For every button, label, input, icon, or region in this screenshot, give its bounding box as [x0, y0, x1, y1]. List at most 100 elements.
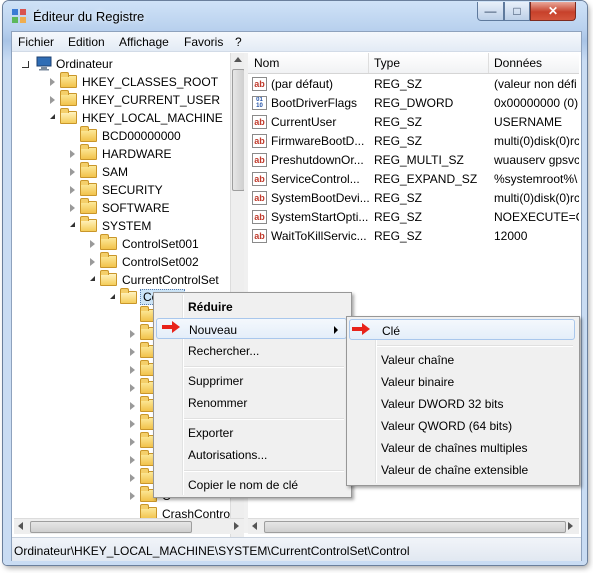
value-row[interactable]: ab WaitToKillServic... REG_SZ 12000 — [248, 227, 579, 246]
menu-affichage[interactable]: Affichage — [119, 35, 169, 49]
value-row[interactable]: ab SystemStartOpti... REG_SZ NOEXECUTE=C — [248, 208, 579, 227]
expand-arrow-icon[interactable] — [70, 168, 75, 176]
expand-arrow-icon[interactable] — [130, 384, 135, 392]
expand-arrow-icon[interactable] — [50, 78, 55, 86]
collapse-arrow-icon[interactable] — [70, 222, 75, 227]
menu-favoris[interactable]: Favoris — [184, 35, 223, 49]
expand-arrow-icon[interactable] — [70, 150, 75, 158]
tree-hscroll-thumb[interactable] — [30, 521, 192, 533]
expand-arrow-icon[interactable] — [130, 474, 135, 482]
column-header-name[interactable]: Nom — [254, 56, 279, 70]
scroll-right-arrow-icon[interactable] — [234, 522, 239, 530]
menu-item-rechercher[interactable]: Rechercher... — [156, 340, 347, 361]
value-row[interactable]: ab PreshutdownOr... REG_MULTI_SZ wuauserv g… — [248, 151, 579, 170]
menu-separator — [377, 345, 573, 347]
expand-arrow-icon[interactable] — [22, 61, 29, 68]
expand-arrow-icon[interactable] — [70, 186, 75, 194]
folder-icon — [100, 252, 117, 268]
string-value-icon: ab — [252, 153, 267, 167]
menu-help[interactable]: ? — [235, 35, 242, 49]
submenu-item-valeur-binaire[interactable]: Valeur binaire — [349, 371, 575, 392]
menu-item-reduire[interactable]: Réduire — [156, 296, 347, 317]
value-type: REG_SZ — [374, 77, 423, 91]
status-bar: Ordinateur\HKEY_LOCAL_MACHINE\SYSTEM\Cur… — [12, 537, 581, 561]
collapse-arrow-icon[interactable] — [110, 294, 115, 299]
submenu-item-multi-string[interactable]: Valeur de chaînes multiples — [349, 437, 575, 458]
value-type: REG_SZ — [374, 191, 423, 205]
menu-item-autorisations[interactable]: Autorisations... — [156, 444, 347, 465]
menu-item-exporter[interactable]: Exporter — [156, 422, 347, 443]
string-value-icon: ab — [252, 210, 267, 224]
menu-item-label: Clé — [382, 324, 401, 338]
menu-bar: Fichier Edition Affichage Favoris ? — [12, 32, 581, 52]
value-row[interactable]: ab SystemBootDevi... REG_SZ multi(0)disk(0)… — [248, 189, 579, 208]
menu-item-label: Exporter — [188, 426, 234, 440]
column-divider[interactable] — [368, 53, 369, 73]
folder-open-icon — [100, 270, 117, 286]
value-data: 0x00000000 (0) — [494, 96, 579, 110]
menu-item-nouveau[interactable]: Nouveau — [156, 318, 347, 339]
scroll-right-arrow-icon[interactable] — [568, 522, 573, 530]
expand-arrow-icon[interactable] — [130, 438, 135, 446]
scroll-up-arrow-icon[interactable] — [234, 57, 242, 62]
string-value-icon: ab — [252, 134, 267, 148]
tree-label: ControlSet001 — [122, 237, 199, 251]
submenu-item-expandable-string[interactable]: Valeur de chaîne extensible — [349, 459, 575, 480]
menu-item-copier-nom[interactable]: Copier le nom de clé — [156, 474, 347, 495]
value-name: CurrentUser — [271, 115, 337, 129]
submenu-item-qword[interactable]: Valeur QWORD (64 bits) — [349, 415, 575, 436]
maximize-button[interactable]: □ — [504, 2, 530, 21]
tree-scroll-thumb[interactable] — [232, 69, 244, 191]
value-name: PreshutdownOr... — [271, 153, 364, 167]
value-name: SystemBootDevi... — [271, 191, 370, 205]
column-header-data[interactable]: Données — [494, 56, 542, 70]
menu-fichier[interactable]: Fichier — [18, 35, 54, 49]
collapse-arrow-icon[interactable] — [50, 114, 55, 119]
value-name: ServiceControl... — [271, 172, 360, 186]
list-hscroll-thumb[interactable] — [264, 521, 566, 533]
scroll-left-arrow-icon[interactable] — [18, 522, 23, 530]
value-row[interactable]: ab CurrentUser REG_SZ USERNAME — [248, 113, 579, 132]
value-row[interactable]: ab ServiceControl... REG_EXPAND_SZ %systemr… — [248, 170, 579, 189]
expand-arrow-icon[interactable] — [50, 96, 55, 104]
expand-arrow-icon[interactable] — [90, 240, 95, 248]
tree-label: ControlSet002 — [122, 255, 199, 269]
column-divider[interactable] — [488, 53, 489, 73]
expand-arrow-icon[interactable] — [130, 402, 135, 410]
expand-arrow-icon[interactable] — [130, 420, 135, 428]
expand-arrow-icon[interactable] — [130, 348, 135, 356]
expand-arrow-icon[interactable] — [130, 492, 135, 500]
collapse-arrow-icon[interactable] — [90, 276, 95, 281]
menu-item-renommer[interactable]: Renommer — [156, 392, 347, 413]
menu-item-supprimer[interactable]: Supprimer — [156, 370, 347, 391]
submenu-item-cle[interactable]: Clé — [349, 319, 575, 340]
tree-label: SECURITY — [102, 183, 163, 197]
close-button[interactable]: ✕ — [530, 2, 576, 21]
folder-icon — [80, 126, 97, 142]
menu-separator — [184, 418, 344, 420]
title-bar[interactable]: Éditeur du Registre — □ ✕ — [3, 1, 587, 31]
expand-arrow-icon[interactable] — [130, 366, 135, 374]
minimize-button[interactable]: — — [477, 2, 504, 21]
submenu-nouveau: Clé Valeur chaîne Valeur binaire Valeur … — [346, 316, 580, 486]
expand-arrow-icon[interactable] — [90, 258, 95, 266]
list-horizontal-scrollbar[interactable] — [248, 518, 579, 534]
value-row[interactable]: ab FirmwareBootD... REG_SZ multi(0)disk(0)r… — [248, 132, 579, 151]
submenu-item-dword[interactable]: Valeur DWORD 32 bits — [349, 393, 575, 414]
column-header-type[interactable]: Type — [374, 56, 400, 70]
scroll-left-arrow-icon[interactable] — [252, 522, 257, 530]
value-type: REG_EXPAND_SZ — [374, 172, 478, 186]
value-type: REG_SZ — [374, 229, 423, 243]
folder-open-icon — [80, 216, 97, 232]
value-data: 12000 — [494, 229, 528, 243]
value-type: REG_SZ — [374, 115, 423, 129]
menu-edition[interactable]: Edition — [68, 35, 105, 49]
menu-item-label: Valeur DWORD 32 bits — [381, 397, 504, 411]
value-row[interactable]: ab (par défaut) REG_SZ (valeur non défi — [248, 75, 579, 94]
tree-horizontal-scrollbar[interactable] — [14, 518, 244, 534]
expand-arrow-icon[interactable] — [70, 204, 75, 212]
submenu-item-valeur-chaine[interactable]: Valeur chaîne — [349, 349, 575, 370]
expand-arrow-icon[interactable] — [130, 456, 135, 464]
expand-arrow-icon[interactable] — [130, 330, 135, 338]
value-row[interactable]: 01 10 BootDriverFlags REG_DWORD 0x00000000 (… — [248, 94, 579, 113]
